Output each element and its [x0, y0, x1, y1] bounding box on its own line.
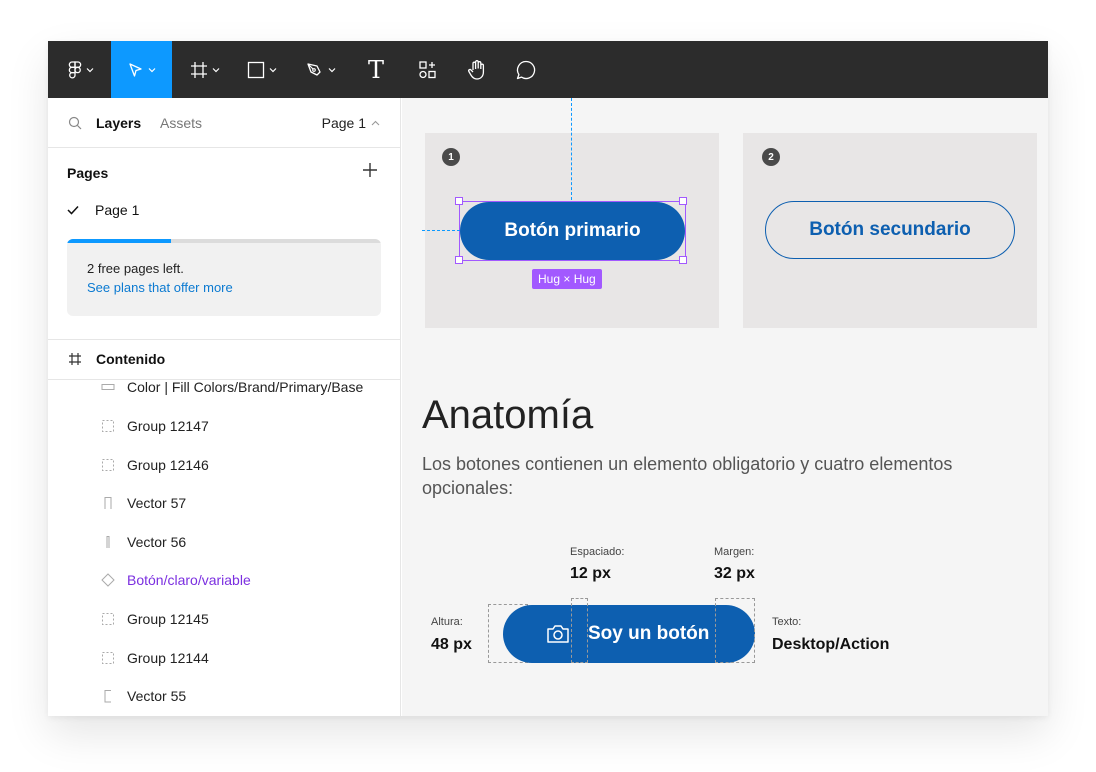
- layer-row[interactable]: Group 12144: [100, 648, 209, 668]
- pen-icon: [307, 62, 321, 76]
- layer-row[interactable]: Group 12145: [100, 609, 209, 629]
- spacing-measure-box: [571, 598, 588, 663]
- layer-row[interactable]: Botón/claro/variable: [100, 570, 251, 590]
- layer-label: Vector 56: [127, 534, 187, 550]
- height-value: 48 px: [431, 636, 472, 653]
- hug-size-label: Hug × Hug: [532, 269, 602, 289]
- search-icon[interactable]: [68, 116, 82, 130]
- layer-label: Group 12145: [127, 611, 209, 627]
- spacing-value: 12 px: [570, 565, 611, 582]
- pages-section-title: Pages: [67, 165, 109, 181]
- rectangle-layer-icon: [100, 379, 116, 395]
- chevron-down-icon: [212, 67, 220, 72]
- layer-label: Vector 55: [127, 688, 187, 704]
- resize-handle[interactable]: [455, 197, 463, 205]
- text-tool-button[interactable]: T: [360, 41, 392, 98]
- layer-row[interactable]: Group 12147: [100, 416, 209, 436]
- pages-usage-bar: [67, 239, 171, 243]
- margin-value: 32 px: [714, 565, 755, 582]
- page-item-label: Page 1: [95, 202, 140, 218]
- frame-hash-icon: [191, 61, 207, 78]
- margin-label: Margen:: [714, 546, 755, 558]
- layer-label: Group 12147: [127, 418, 209, 434]
- free-pages-text: 2 free pages left.: [87, 261, 184, 276]
- chevron-down-icon: [148, 67, 155, 72]
- tab-assets[interactable]: Assets: [160, 115, 202, 131]
- hand-tool-button[interactable]: [461, 41, 493, 98]
- step-badge: 1: [442, 148, 460, 166]
- resize-handle[interactable]: [455, 256, 463, 264]
- layer-label: Botón/claro/variable: [127, 572, 251, 588]
- margin-measure-box: [715, 598, 755, 663]
- chevron-down-icon: [269, 67, 277, 72]
- layer-label: Group 12144: [127, 650, 209, 666]
- figma-logo-icon: [68, 60, 82, 79]
- example-card-secondary[interactable]: 2 Botón secundario: [743, 133, 1037, 328]
- frame-layer-contenido[interactable]: Contenido: [68, 351, 165, 367]
- comment-bubble-icon: [516, 60, 536, 79]
- camera-icon: [547, 625, 569, 643]
- spacing-guide-vertical: [571, 98, 572, 200]
- vector-layer-icon: [100, 534, 116, 550]
- main-menu-button[interactable]: [60, 41, 102, 98]
- text-style-label: Texto:: [772, 616, 802, 628]
- chevron-down-icon: [86, 67, 94, 72]
- selection-box: [459, 201, 686, 261]
- see-plans-link[interactable]: See plans that offer more: [87, 280, 233, 295]
- rectangle-icon: [247, 61, 265, 78]
- frame-hash-icon: [69, 353, 81, 365]
- page-selector[interactable]: Page 1: [322, 115, 380, 131]
- text-icon: T: [367, 55, 384, 84]
- layer-row[interactable]: Group 12146: [100, 455, 209, 475]
- chevron-up-icon: [371, 120, 380, 126]
- tab-layers[interactable]: Layers: [96, 115, 141, 131]
- resources-icon: [419, 60, 436, 78]
- comment-tool-button[interactable]: [510, 41, 542, 98]
- move-tool-button[interactable]: [111, 41, 172, 98]
- layer-label: Group 12146: [127, 457, 209, 473]
- page-selector-label: Page 1: [321, 115, 366, 131]
- add-page-icon[interactable]: [362, 162, 378, 178]
- anatomy-description: Los botones contienen un elemento obliga…: [422, 454, 953, 498]
- step-badge: 2: [762, 148, 780, 166]
- secondary-button-example[interactable]: Botón secundario: [765, 201, 1015, 259]
- hand-icon: [468, 59, 485, 80]
- anatomy-button-label: Soy un botón: [588, 623, 710, 644]
- component-instance-icon: [100, 572, 116, 588]
- free-pages-banner: 2 free pages left. See plans that offer …: [67, 239, 381, 316]
- resize-handle[interactable]: [679, 256, 687, 264]
- resize-handle[interactable]: [679, 197, 687, 205]
- layer-row[interactable]: Vector 55: [100, 686, 186, 706]
- layers-panel: Layers Assets Page 1 Pages Page 1 2 free…: [48, 98, 401, 716]
- frame-layer-label: Contenido: [96, 351, 166, 367]
- resources-tool-button[interactable]: [412, 41, 444, 98]
- group-layer-icon: [100, 418, 116, 434]
- frame-tool-button[interactable]: [181, 41, 229, 98]
- vector-layer-icon: [100, 688, 116, 704]
- panel-header: Layers Assets Page 1: [48, 98, 400, 148]
- spacing-guide-horizontal: [422, 230, 460, 231]
- cursor-icon: [128, 62, 142, 77]
- check-icon: [67, 205, 79, 215]
- layer-label: Color | Fill Colors/Brand/Primary/Base: [127, 379, 364, 395]
- pen-tool-button[interactable]: [296, 41, 346, 98]
- group-layer-icon: [100, 650, 116, 666]
- example-card-primary[interactable]: 1 Botón primario Hug × Hug: [425, 133, 719, 328]
- divider: [48, 339, 401, 340]
- height-label: Altura:: [431, 616, 463, 628]
- layer-row[interactable]: Vector 57: [100, 493, 186, 513]
- spacing-label: Espaciado:: [570, 546, 625, 558]
- anatomy-heading: Anatomía: [422, 393, 594, 437]
- group-layer-icon: [100, 611, 116, 627]
- shape-tool-button[interactable]: [238, 41, 286, 98]
- layer-label: Vector 57: [127, 495, 187, 511]
- layer-row[interactable]: Vector 56: [100, 532, 186, 552]
- text-style-value: Desktop/Action: [772, 636, 890, 653]
- chevron-down-icon: [328, 67, 336, 72]
- toolbar: T: [48, 41, 1048, 98]
- vector-layer-icon: [100, 495, 116, 511]
- group-layer-icon: [100, 457, 116, 473]
- layer-row[interactable]: Color | Fill Colors/Brand/Primary/Base: [100, 377, 363, 397]
- page-item-page-1[interactable]: Page 1: [67, 202, 139, 218]
